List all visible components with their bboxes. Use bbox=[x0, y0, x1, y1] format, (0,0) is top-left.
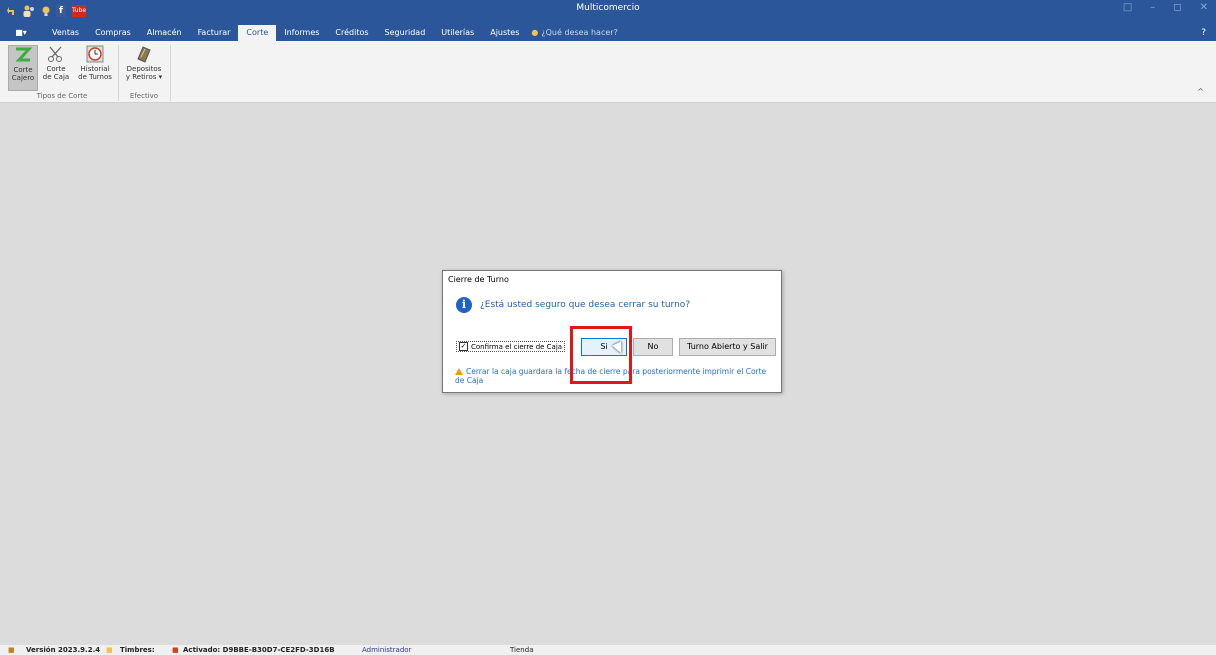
dialog-title: Cierre de Turno bbox=[448, 275, 509, 284]
store-text: Tienda bbox=[510, 646, 534, 654]
restore-down-icon[interactable]: □ bbox=[1123, 2, 1132, 13]
help-button[interactable]: ? bbox=[1201, 28, 1206, 38]
user-text: Administrador bbox=[362, 646, 412, 654]
tab-informes[interactable]: Informes bbox=[276, 25, 327, 41]
version-icon: ■ bbox=[8, 646, 15, 654]
timbres-icon: ■ bbox=[106, 646, 113, 654]
group-separator bbox=[170, 45, 171, 101]
historial-de-turnos-button[interactable]: Historial de Turnos bbox=[76, 45, 114, 89]
tab-compras[interactable]: Compras bbox=[87, 25, 139, 41]
group-label-tipos-de-corte: Tipos de Corte bbox=[36, 92, 88, 100]
info-icon: i bbox=[456, 297, 472, 313]
tab-almacen[interactable]: Almacén bbox=[139, 25, 190, 41]
tab-ventas[interactable]: Ventas bbox=[44, 25, 87, 41]
depositos-y-retiros-button[interactable]: Depositos y Retiros ▾ bbox=[124, 45, 164, 89]
highlight-box bbox=[570, 326, 632, 384]
money-icon bbox=[137, 46, 151, 63]
checkbox-label: Confirma el cierre de Caja bbox=[471, 342, 563, 351]
maximize-icon[interactable]: ◻ bbox=[1173, 2, 1181, 13]
ribbon: Corte Cajero Corte de Caja Historial de … bbox=[0, 41, 1216, 103]
minimize-icon[interactable]: – bbox=[1150, 2, 1155, 13]
corte-cajero-button[interactable]: Corte Cajero bbox=[8, 45, 38, 91]
version-text: Versión 2023.9.2.4 bbox=[26, 646, 101, 654]
tab-ajustes[interactable]: Ajustes bbox=[482, 25, 527, 41]
group-label-efectivo: Efectivo bbox=[129, 92, 159, 100]
menu-tabs: ■▾ Ventas Compras Almacén Facturar Corte… bbox=[0, 25, 618, 41]
tab-corte[interactable]: Corte bbox=[238, 25, 277, 41]
tell-me-search[interactable]: ● ¿Qué desea hacer? bbox=[531, 25, 617, 41]
activation-text: Activado: D9BBE-B30D7-CE2FD-3D16B bbox=[183, 646, 335, 654]
dialog-question: ¿Está usted seguro que desea cerrar su t… bbox=[480, 300, 691, 310]
app-title: Multicomercio bbox=[576, 3, 640, 13]
group-separator bbox=[118, 45, 119, 101]
window-controls: □ – ◻ ✕ bbox=[1123, 2, 1208, 13]
collapse-ribbon-button[interactable]: ^ bbox=[1197, 87, 1204, 96]
close-icon[interactable]: ✕ bbox=[1200, 2, 1208, 13]
z-arrow-icon bbox=[15, 47, 32, 62]
status-bar: ■ Versión 2023.9.2.4 ■ Timbres: ■ Activa… bbox=[0, 645, 1216, 655]
tab-creditos[interactable]: Créditos bbox=[327, 25, 376, 41]
confirm-close-checkbox[interactable]: ✓ Confirma el cierre de Caja bbox=[456, 341, 566, 352]
tab-utilerias[interactable]: Utilerías bbox=[433, 25, 482, 41]
scissors-icon bbox=[48, 46, 62, 62]
no-button[interactable]: No bbox=[633, 338, 673, 356]
activation-icon: ■ bbox=[172, 646, 179, 654]
corte-de-caja-button[interactable]: Corte de Caja bbox=[42, 45, 70, 89]
clock-icon bbox=[86, 45, 104, 63]
turno-abierto-y-salir-button[interactable]: Turno Abierto y Salir bbox=[679, 338, 776, 356]
checkbox-checked-icon[interactable]: ✓ bbox=[459, 342, 468, 351]
title-bar: f Tube Multicomercio □ – ◻ ✕ ■▾ Ventas C… bbox=[0, 0, 1216, 41]
file-menu-button[interactable]: ■▾ bbox=[10, 25, 32, 41]
lightbulb-icon: ● bbox=[531, 28, 539, 37]
warning-icon bbox=[455, 368, 463, 375]
tab-seguridad[interactable]: Seguridad bbox=[377, 25, 434, 41]
timbres-text: Timbres: bbox=[120, 646, 155, 654]
tab-facturar[interactable]: Facturar bbox=[190, 25, 239, 41]
tell-me-placeholder: ¿Qué desea hacer? bbox=[541, 28, 618, 37]
